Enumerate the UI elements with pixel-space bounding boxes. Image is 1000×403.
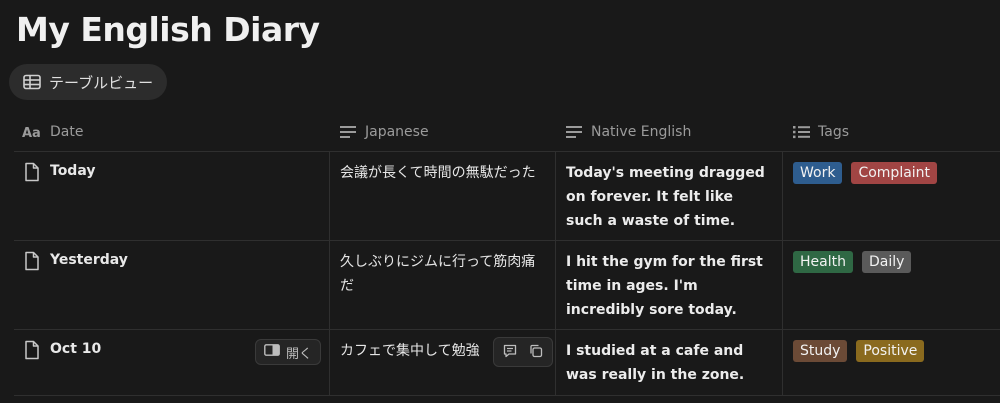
title-aa-icon: Aa	[22, 125, 42, 139]
open-page-button[interactable]: 開く	[255, 339, 322, 365]
view-tab-label: テーブルビュー	[49, 73, 154, 92]
tag-badge: Health	[793, 251, 853, 273]
tag-badge: Complaint	[851, 162, 938, 184]
cell-actions-toolbar	[493, 337, 553, 367]
row-date-label: Oct 10	[50, 341, 102, 357]
english-text: Today's meeting dragged on forever. It f…	[566, 165, 765, 229]
table-icon	[23, 74, 41, 90]
table-row-english[interactable]: I studied at a cafe and was really in th…	[556, 330, 782, 395]
svg-text:Aa: Aa	[22, 126, 41, 139]
column-header-date[interactable]: Aa Date	[22, 112, 83, 151]
table-row-tags[interactable]: Study Positive	[783, 330, 1000, 395]
column-header-native-english[interactable]: Native English	[566, 112, 691, 151]
row-date-label: Yesterday	[50, 252, 128, 268]
page-icon	[24, 340, 40, 364]
view-tab-table[interactable]: テーブルビュー	[9, 64, 168, 100]
column-header-label: Japanese	[365, 123, 429, 140]
page: My English Diary テーブルビュー Aa Date Japanes…	[0, 0, 1000, 403]
column-header-label: Date	[50, 123, 84, 140]
english-text: I hit the gym for the first time in ages…	[566, 254, 763, 318]
copy-icon[interactable]	[529, 343, 543, 362]
column-header-label: Tags	[818, 123, 849, 140]
tag-badge: Positive	[856, 340, 925, 362]
tag-badge: Work	[793, 162, 843, 184]
japanese-text: 会議が長くて時間の無駄だった	[340, 165, 536, 181]
japanese-text: 久しぶりにジムに行って筋肉痛だ	[340, 254, 536, 294]
table-row-tags[interactable]: Work Complaint	[783, 152, 1000, 240]
tag-badge: Daily	[861, 251, 912, 273]
column-header-tags[interactable]: Tags	[793, 112, 849, 151]
text-lines-icon	[340, 125, 357, 139]
table-row-japanese[interactable]: 久しぶりにジムに行って筋肉痛だ	[330, 241, 555, 329]
open-button-label: 開く	[286, 346, 313, 362]
japanese-text: カフェで集中して勉強	[340, 343, 480, 359]
table-row-date[interactable]: Yesterday	[14, 241, 329, 329]
page-icon	[24, 162, 40, 186]
comment-icon[interactable]	[503, 343, 517, 362]
row-date-label: Today	[50, 163, 96, 179]
table-row-japanese[interactable]: 会議が長くて時間の無駄だった	[330, 152, 555, 240]
english-text: I studied at a cafe and was really in th…	[566, 343, 745, 383]
table-row-date[interactable]: Today	[14, 152, 329, 240]
text-lines-icon	[566, 125, 583, 139]
column-header-japanese[interactable]: Japanese	[340, 112, 429, 151]
row-divider	[14, 395, 1000, 396]
tag-badge: Study	[793, 340, 848, 362]
page-icon	[24, 251, 40, 275]
side-peek-icon	[264, 344, 280, 360]
table-row-tags[interactable]: Health Daily	[783, 241, 1000, 329]
table-row-english[interactable]: I hit the gym for the first time in ages…	[556, 241, 782, 329]
table-row-english[interactable]: Today's meeting dragged on forever. It f…	[556, 152, 782, 240]
column-header-label: Native English	[591, 123, 692, 140]
page-title: My English Diary	[16, 10, 320, 49]
list-icon	[793, 125, 810, 139]
